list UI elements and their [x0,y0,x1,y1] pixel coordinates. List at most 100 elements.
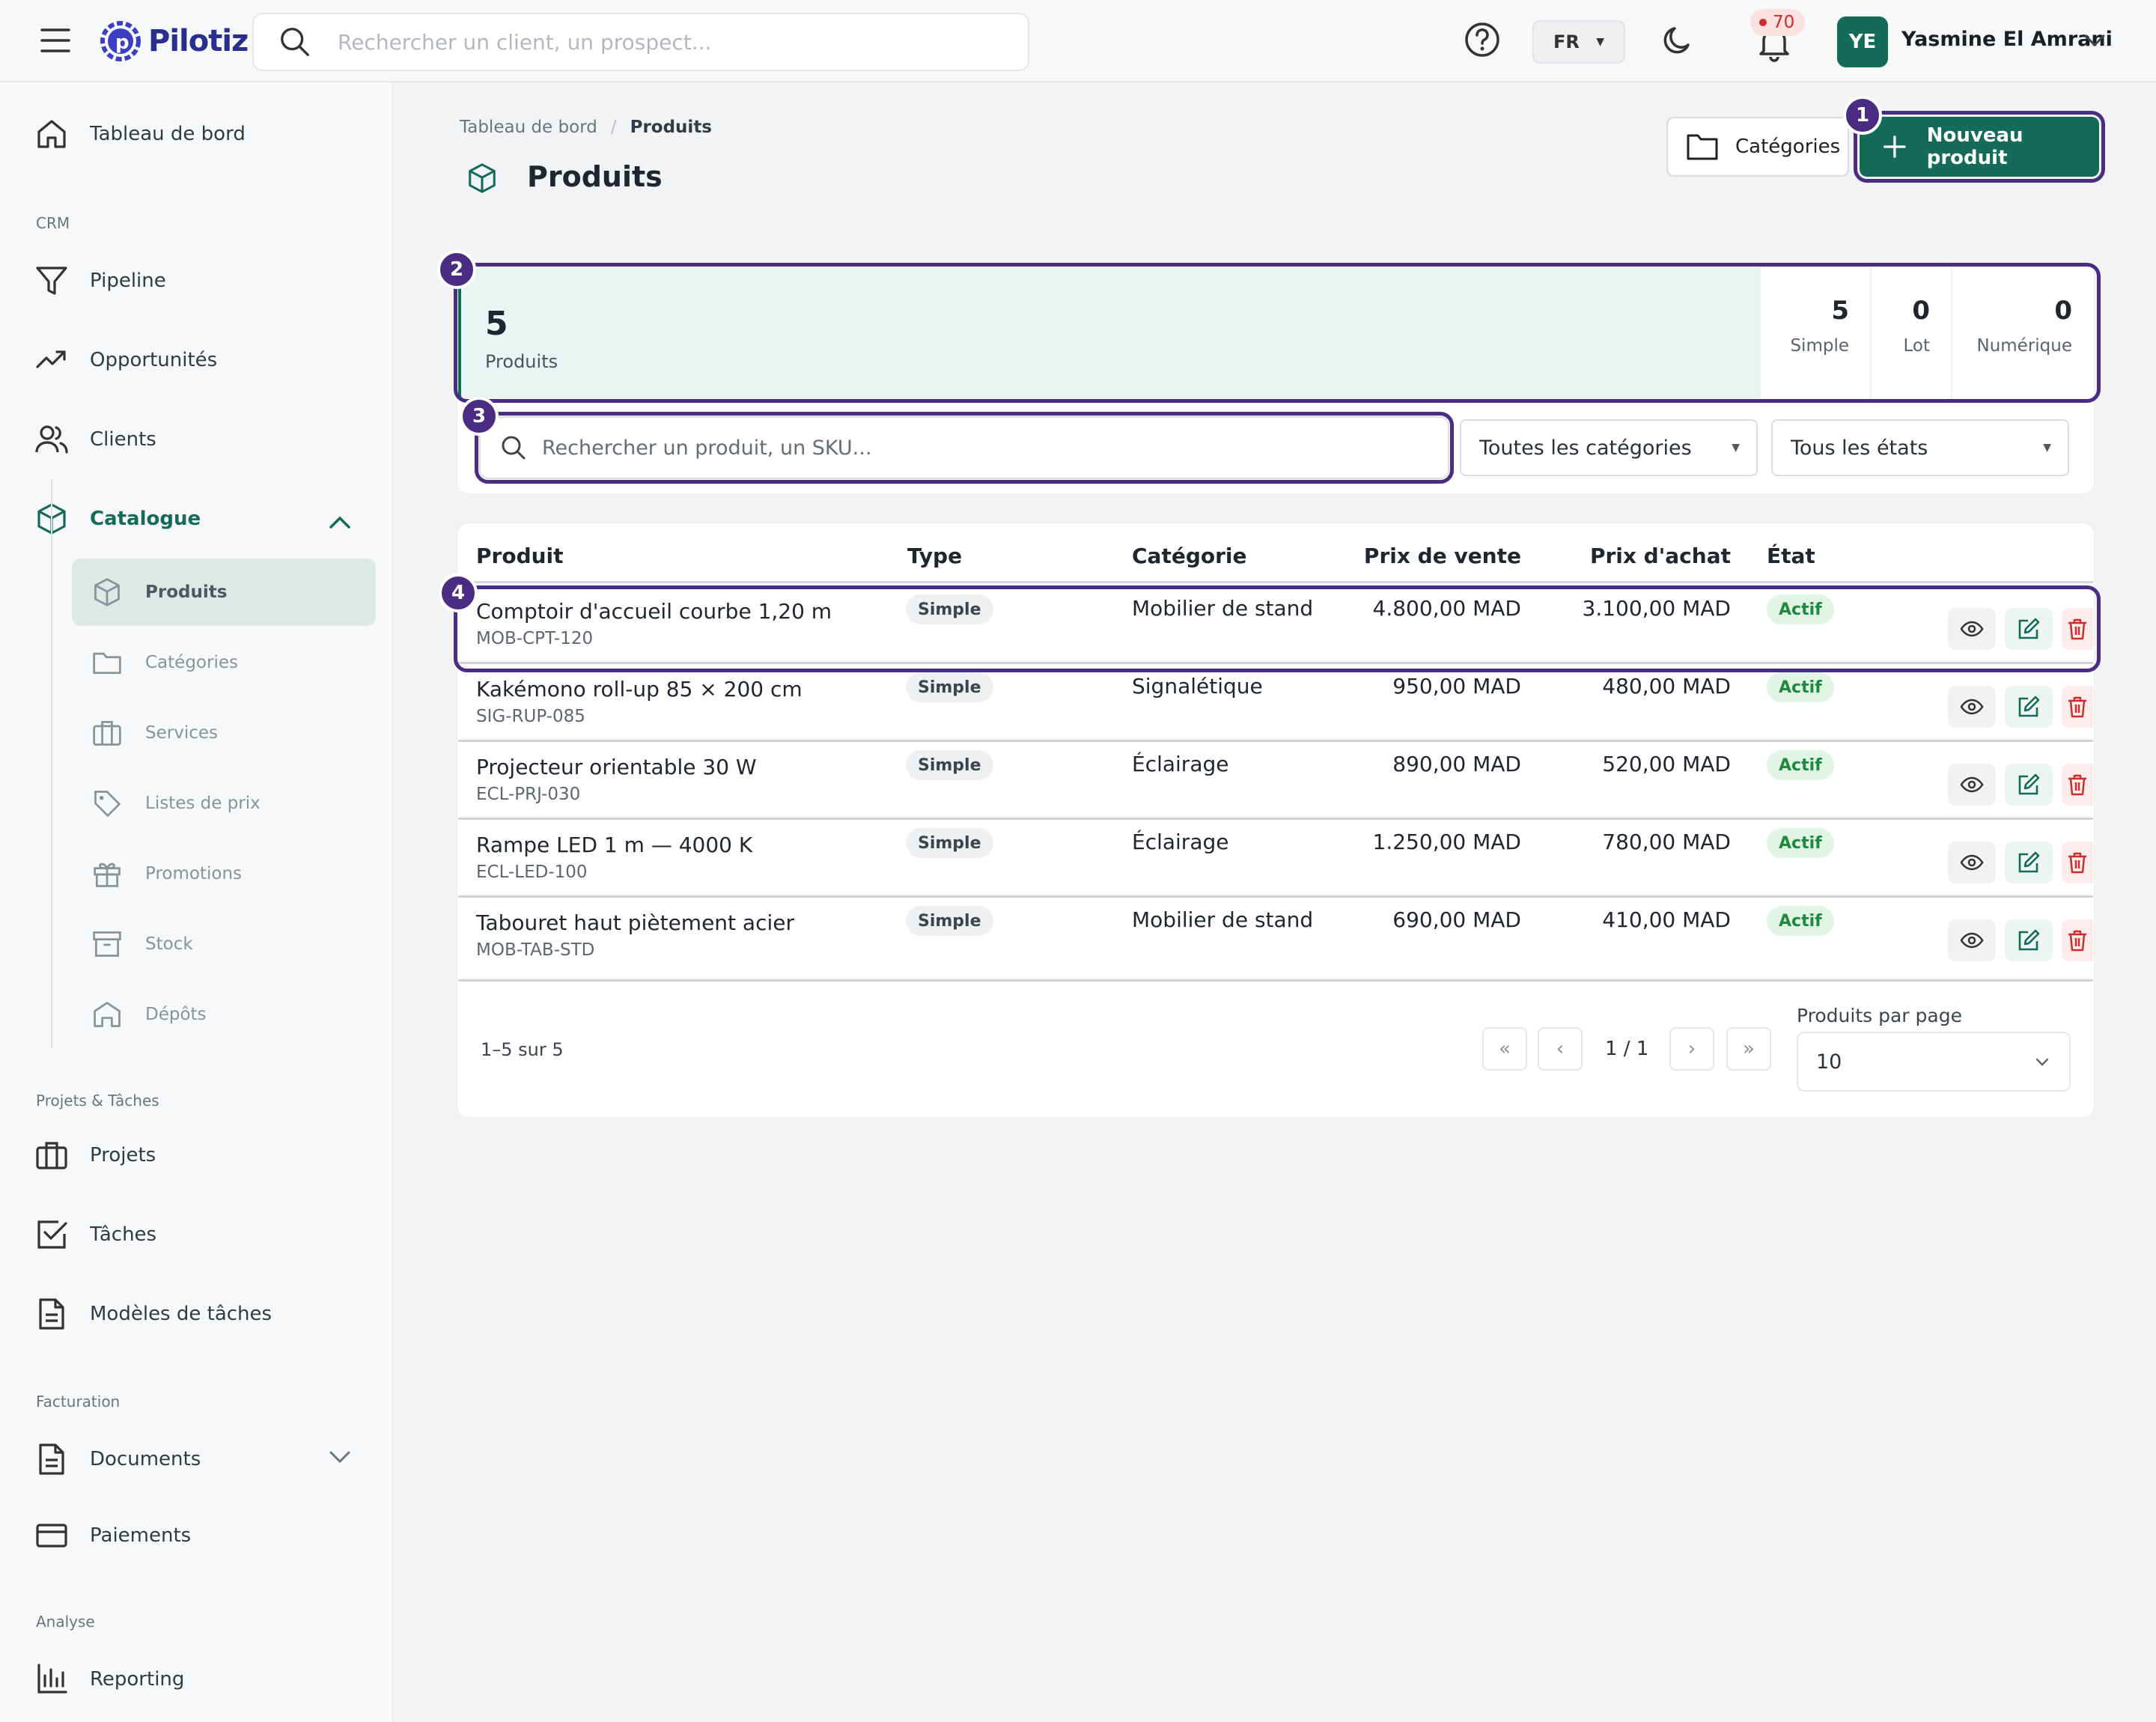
global-search-input[interactable] [338,29,1011,55]
table-row[interactable]: Comptoir d'accueil courbe 1,20 m MOB-CPT… [458,584,2093,662]
sidebar-subitem-depots[interactable]: Dépôts [72,981,376,1048]
new-product-button-label: Nouveau produit [1926,124,2023,169]
table-row[interactable]: Tabouret haut piètement acier MOB-TAB-ST… [458,895,2093,973]
delete-button[interactable] [2062,919,2093,961]
sidebar-subitem-categories[interactable]: Catégories [72,629,376,696]
type-badge: Simple [906,672,993,702]
status-badge: Actif [1767,828,1834,858]
first-page-button[interactable]: « [1482,1027,1527,1071]
product-name[interactable]: Projecteur orientable 30 W [476,755,757,779]
delete-button[interactable] [2062,764,2093,806]
view-button[interactable] [1948,919,1996,961]
sidebar-subitem-services[interactable]: Services [72,699,376,767]
sidebar-subitem-promotions[interactable]: Promotions [72,840,376,907]
stats-lot: 0 Lot [1870,267,1951,398]
sidebar-item-task-templates[interactable]: Modèles de tâches [34,1297,272,1331]
sidebar-subitem-label: Produits [145,582,228,602]
status-badge: Actif [1767,594,1834,624]
sidebar-item-projects[interactable]: Projets [34,1138,156,1172]
table-row[interactable]: Projecteur orientable 30 W ECL-PRJ-030 S… [458,740,2093,818]
section-projects: Projets & Tâches [36,1092,159,1110]
product-name[interactable]: Kakémono roll-up 85 × 200 cm [476,677,803,702]
section-billing: Facturation [36,1393,121,1411]
column-header-product[interactable]: Produit [476,544,564,568]
product-sku: ECL-PRJ-030 [476,785,581,804]
edit-button[interactable] [2005,764,2053,806]
table-row[interactable]: Rampe LED 1 m — 4000 K ECL-LED-100 Simpl… [458,818,2093,895]
chevron-up-icon[interactable] [325,508,355,538]
trash-icon [2068,852,2086,874]
edit-button[interactable] [2005,686,2053,728]
categories-button[interactable]: Catégories [1666,117,1849,177]
product-search[interactable] [479,416,1449,479]
sidebar-item-dashboard[interactable]: Tableau de bord [34,117,246,151]
product-sku: MOB-TAB-STD [476,940,595,960]
category-filter-select[interactable]: Toutes les catégories ▼ [1460,419,1758,476]
product-search-input[interactable] [542,436,1425,460]
view-button[interactable] [1948,608,1996,650]
badge-dot [1759,19,1767,26]
per-page-value: 10 [1816,1050,1842,1074]
new-product-button[interactable]: Nouveau produit [1854,111,2105,183]
view-button[interactable] [1948,686,1996,728]
sidebar-item-clients[interactable]: Clients [34,422,156,457]
next-page-button[interactable]: › [1669,1027,1714,1071]
sidebar-subitem-price-lists[interactable]: Listes de prix [72,770,376,837]
type-badge: Simple [906,828,993,858]
product-name[interactable]: Comptoir d'accueil courbe 1,20 m [476,599,832,624]
sidebar-item-tasks[interactable]: Tâches [34,1217,156,1252]
checkbox-icon [37,1220,67,1249]
global-search[interactable] [252,13,1029,71]
column-header-type[interactable]: Type [907,544,962,568]
sidebar-item-catalogue[interactable]: Catalogue [34,502,201,536]
sidebar-subitem-products[interactable]: Produits [72,559,376,626]
sidebar-item-pipeline[interactable]: Pipeline [34,264,166,298]
column-header-state[interactable]: État [1767,544,1815,568]
purchase-price: 3.100,00 MAD [1582,596,1731,621]
edit-button[interactable] [2005,608,2053,650]
product-name[interactable]: Tabouret haut piètement acier [476,910,794,935]
view-button[interactable] [1948,842,1996,883]
product-category: Éclairage [1132,830,1229,854]
sidebar-item-label: Pipeline [90,270,166,292]
column-header-sale-price[interactable]: Prix de vente [1318,544,1521,568]
delete-button[interactable] [2062,608,2093,650]
stats-numeric-label: Numérique [1976,336,2072,356]
edit-button[interactable] [2005,842,2053,883]
per-page-select[interactable]: 10 [1797,1032,2071,1092]
sidebar-item-opportunities[interactable]: Opportunités [34,343,217,377]
logo[interactable]: p Pilotiz [97,18,249,64]
delete-button[interactable] [2062,842,2093,883]
view-button[interactable] [1948,764,1996,806]
trash-icon [2068,930,2086,952]
search-icon [502,436,526,460]
table-row[interactable]: Kakémono roll-up 85 × 200 cm SIG-RUP-085… [458,662,2093,740]
previous-page-button[interactable]: ‹ [1538,1027,1583,1071]
stats-numeric: 0 Numérique [1951,267,2093,398]
sidebar-subitem-stock[interactable]: Stock [72,910,376,978]
column-header-category[interactable]: Catégorie [1132,544,1247,568]
chevron-down-icon[interactable] [325,1442,355,1472]
avatar[interactable]: YE [1837,16,1888,67]
top-bar: p Pilotiz FR ▼ 70 YE Yasmine El Amrani [0,0,2156,82]
sidebar-item-reporting[interactable]: Reporting [34,1662,184,1697]
column-header-purchase-price[interactable]: Prix d'achat [1527,544,1731,568]
notifications-button[interactable]: 70 [1750,7,1830,67]
breadcrumb-home[interactable]: Tableau de bord [460,118,597,137]
help-icon[interactable] [1464,21,1501,58]
delete-button[interactable] [2062,686,2093,728]
last-page-button[interactable]: » [1726,1027,1771,1071]
language-select[interactable]: FR ▼ [1532,20,1625,64]
section-crm: CRM [36,214,70,232]
chevron-down-icon[interactable] [2081,27,2108,54]
moon-icon[interactable] [1660,22,1696,58]
sidebar-item-documents[interactable]: Documents [34,1442,201,1476]
edit-button[interactable] [2005,919,2053,961]
plus-icon [1884,136,1906,158]
product-name[interactable]: Rampe LED 1 m — 4000 K [476,833,752,857]
state-filter-select[interactable]: Tous les états ▼ [1771,419,2069,476]
purchase-price: 780,00 MAD [1602,830,1731,854]
sidebar-item-payments[interactable]: Paiements [34,1518,191,1553]
menu-icon[interactable] [37,22,73,58]
archive-icon [93,931,121,957]
